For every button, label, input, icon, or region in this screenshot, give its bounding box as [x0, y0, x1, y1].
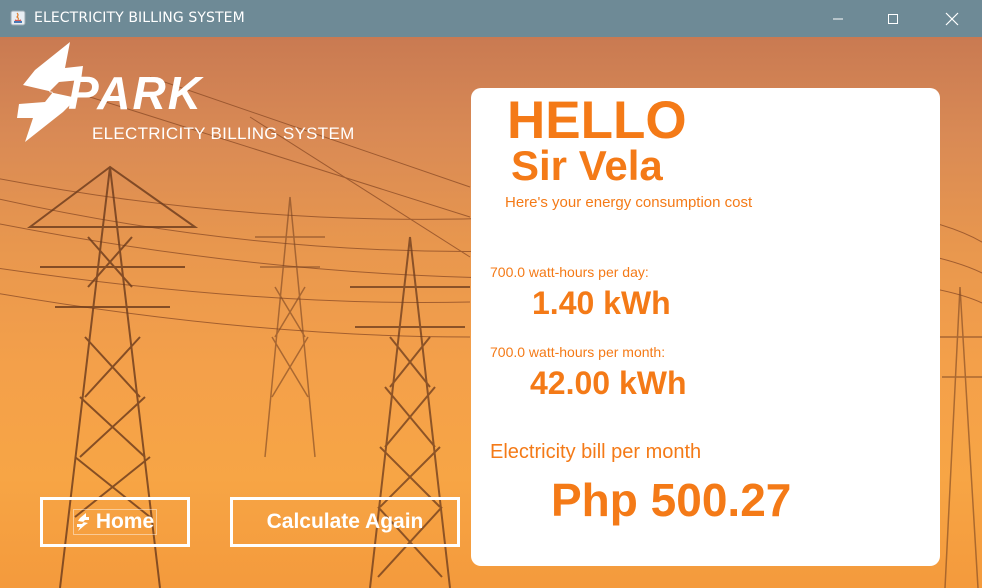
minimize-button[interactable]	[814, 0, 862, 37]
home-button[interactable]: Home	[40, 497, 190, 547]
maximize-icon	[888, 13, 898, 24]
close-button[interactable]	[928, 0, 976, 37]
minimize-icon	[833, 18, 843, 19]
java-app-icon[interactable]	[10, 10, 26, 26]
monthly-usage-value: 42.00 kWh	[530, 365, 687, 401]
bill-label: Electricity bill per month	[490, 441, 702, 463]
brand-subtitle: ELECTRICITY BILLING SYSTEM	[92, 124, 355, 143]
intro-text: Here's your energy consumption cost	[505, 194, 753, 211]
daily-usage-label: 700.0 watt-hours per day:	[490, 264, 649, 280]
monthly-usage-label: 700.0 watt-hours per month:	[490, 344, 666, 360]
close-icon	[945, 12, 959, 25]
window-title: ELECTRICITY BILLING SYSTEM	[34, 10, 245, 26]
window-titlebar: ELECTRICITY BILLING SYSTEM	[0, 0, 982, 37]
home-button-content: Home	[72, 509, 158, 535]
lightning-s-small-icon	[76, 513, 89, 531]
calculate-again-button[interactable]: Calculate Again	[230, 497, 460, 547]
brand-name: PARK	[68, 67, 203, 119]
customer-name: Sir Vela	[511, 142, 663, 189]
daily-usage-value: 1.40 kWh	[532, 285, 671, 321]
calculate-again-label: Calculate Again	[266, 510, 424, 533]
maximize-button[interactable]	[869, 0, 917, 37]
billing-result-card: HELLO Sir Vela Here's your energy consum…	[471, 88, 940, 566]
home-button-label: Home	[95, 510, 155, 533]
bill-value: Php 500.27	[551, 474, 792, 526]
